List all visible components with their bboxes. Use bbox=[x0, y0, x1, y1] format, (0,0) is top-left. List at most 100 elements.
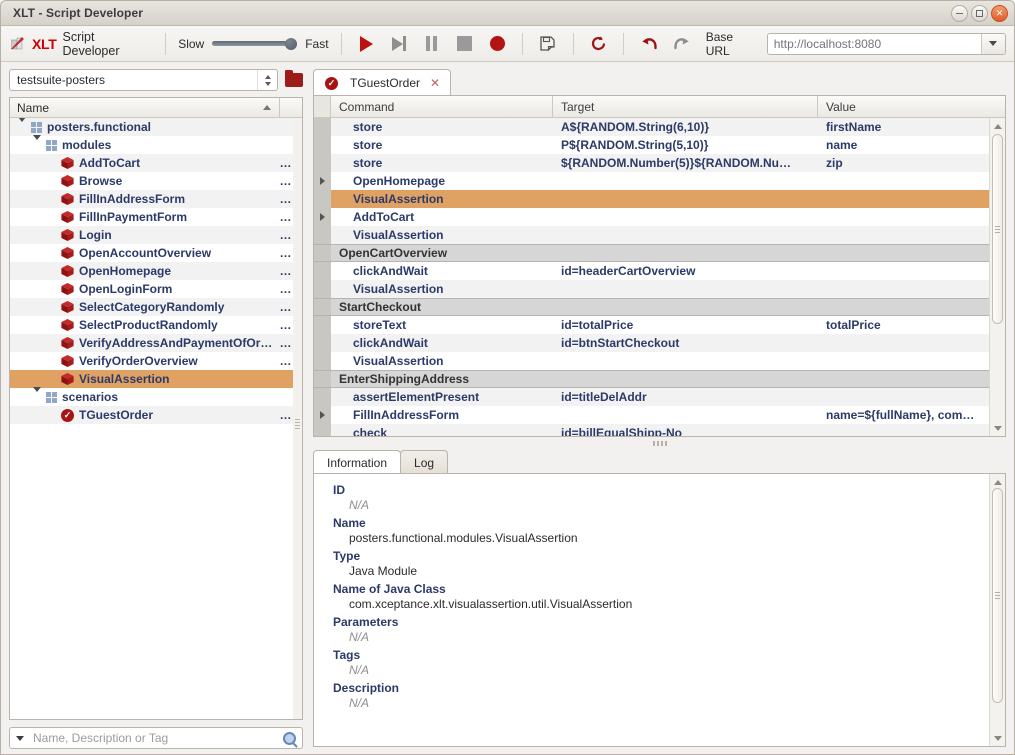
tab-tguestorder[interactable]: ✓ TGuestOrder ✕ bbox=[313, 69, 452, 96]
tree-column-header[interactable]: Name bbox=[10, 98, 302, 118]
tree-expander-icon[interactable] bbox=[33, 386, 44, 406]
row-actions-button[interactable]: … bbox=[280, 264, 293, 278]
tree-expander-icon[interactable] bbox=[18, 118, 29, 136]
row-actions-button[interactable]: … bbox=[280, 282, 293, 296]
maximize-button[interactable] bbox=[971, 4, 988, 22]
table-row[interactable]: store ${RANDOM.Number(5)}${RANDOM.Nu… zip bbox=[314, 154, 989, 172]
tab-close-icon[interactable]: ✕ bbox=[430, 76, 440, 90]
search-icon[interactable] bbox=[283, 731, 296, 745]
table-row[interactable]: clickAndWait id=btnStartCheckout bbox=[314, 334, 989, 352]
table-row[interactable]: OpenCartOverview bbox=[314, 244, 989, 262]
pause-button[interactable] bbox=[419, 31, 445, 57]
scroll-down-button[interactable] bbox=[992, 422, 1004, 434]
sidebar-item-verifyaddressandpaymentofor[interactable]: VerifyAddressAndPaymentOfOr…… bbox=[10, 334, 302, 352]
row-expander[interactable] bbox=[314, 208, 331, 226]
scroll-up-button[interactable] bbox=[992, 120, 1004, 132]
table-row[interactable]: OpenHomepage bbox=[314, 172, 989, 190]
table-row[interactable]: storeText id=totalPrice totalPrice bbox=[314, 316, 989, 334]
table-row[interactable]: VisualAssertion bbox=[314, 226, 989, 244]
table-row[interactable]: VisualAssertion bbox=[314, 280, 989, 298]
row-actions-button[interactable]: … bbox=[280, 210, 293, 224]
sidebar-item-modules[interactable]: modules bbox=[10, 134, 302, 154]
row-actions-button[interactable]: … bbox=[280, 228, 293, 242]
table-row[interactable]: EnterShippingAddress bbox=[314, 370, 989, 388]
table-row[interactable]: VisualAssertion bbox=[314, 190, 989, 208]
tab-log[interactable]: Log bbox=[400, 450, 449, 474]
sidebar-item-label: scenarios bbox=[62, 390, 119, 404]
row-actions-button[interactable]: … bbox=[280, 354, 293, 368]
sidebar-item-selectproductrandomly[interactable]: SelectProductRandomly… bbox=[10, 316, 302, 334]
reload-button[interactable] bbox=[586, 31, 612, 57]
table-row[interactable]: StartCheckout bbox=[314, 298, 989, 316]
row-expander[interactable] bbox=[314, 172, 331, 190]
save-button[interactable] bbox=[535, 31, 561, 57]
scrollbar-track[interactable] bbox=[990, 488, 1005, 732]
undo-button[interactable] bbox=[636, 31, 662, 57]
row-actions-button[interactable]: … bbox=[280, 156, 293, 170]
row-actions-button[interactable]: … bbox=[280, 174, 293, 188]
sidebar-item-posters-functional[interactable]: posters.functional bbox=[10, 118, 302, 136]
search-input[interactable] bbox=[31, 730, 276, 746]
row-expander[interactable] bbox=[314, 406, 331, 424]
row-actions-button[interactable]: … bbox=[280, 336, 293, 350]
sidebar-item-addtocart[interactable]: AddToCart… bbox=[10, 154, 302, 172]
sidebar-item-openloginform[interactable]: OpenLoginForm… bbox=[10, 280, 302, 298]
table-row[interactable]: FillInAddressForm name=${fullName}, com… bbox=[314, 406, 989, 424]
sidebar-scrollbar[interactable] bbox=[293, 118, 302, 719]
play-button[interactable] bbox=[354, 31, 380, 57]
table-row[interactable]: store P${RANDOM.String(5,10)} name bbox=[314, 136, 989, 154]
chevron-down-icon[interactable] bbox=[16, 735, 24, 741]
base-url-combo[interactable] bbox=[766, 32, 1006, 55]
testsuite-selector[interactable]: testsuite-posters bbox=[9, 69, 278, 91]
step-button[interactable] bbox=[386, 31, 412, 57]
sidebar-item-visualassertion[interactable]: VisualAssertion bbox=[10, 370, 302, 388]
table-row[interactable]: VisualAssertion bbox=[314, 352, 989, 370]
minimize-button[interactable] bbox=[951, 4, 968, 22]
table-row[interactable]: AddToCart bbox=[314, 208, 989, 226]
row-actions-button[interactable]: … bbox=[280, 246, 293, 260]
row-actions-button[interactable]: … bbox=[280, 318, 293, 332]
tab-information[interactable]: Information bbox=[313, 450, 402, 474]
main-content: testsuite-posters Name posters.functiona… bbox=[1, 62, 1014, 754]
row-actions-button[interactable]: … bbox=[280, 300, 293, 314]
sidebar-item-fillinpaymentform[interactable]: FillInPaymentForm… bbox=[10, 208, 302, 226]
sidebar-item-openhomepage[interactable]: OpenHomepage… bbox=[10, 262, 302, 280]
sidebar-item-selectcategoryrandomly[interactable]: SelectCategoryRandomly… bbox=[10, 298, 302, 316]
table-row[interactable]: store A${RANDOM.String(6,10)} firstName bbox=[314, 118, 989, 136]
sidebar-item-scenarios[interactable]: scenarios bbox=[10, 386, 302, 406]
scrollbar-thumb[interactable] bbox=[992, 134, 1003, 324]
redo-button[interactable] bbox=[669, 31, 695, 57]
open-folder-button[interactable] bbox=[285, 70, 303, 87]
scroll-down-button[interactable] bbox=[992, 732, 1004, 744]
scrollbar-thumb[interactable] bbox=[992, 488, 1003, 703]
stop-button[interactable] bbox=[452, 31, 478, 57]
sidebar-item-login[interactable]: Login… bbox=[10, 226, 302, 244]
sidebar-item-tguestorder[interactable]: ✓ TGuestOrder… bbox=[10, 406, 302, 424]
table-row[interactable]: check id=billEqualShipp-No bbox=[314, 424, 989, 436]
speed-slider[interactable] bbox=[212, 37, 298, 51]
info-panel-scrollbar[interactable] bbox=[989, 474, 1005, 746]
speed-slider-knob[interactable] bbox=[285, 37, 298, 50]
table-row[interactable]: clickAndWait id=headerCartOverview bbox=[314, 262, 989, 280]
base-url-input[interactable] bbox=[767, 33, 981, 54]
table-row[interactable]: assertElementPresent id=titleDelAddr bbox=[314, 388, 989, 406]
sidebar-item-fillinaddressform[interactable]: FillInAddressForm… bbox=[10, 190, 302, 208]
row-actions-button[interactable]: … bbox=[280, 192, 293, 206]
panel-splitter[interactable] bbox=[313, 437, 1006, 449]
search-bar[interactable] bbox=[9, 727, 303, 749]
tree-expander-icon[interactable] bbox=[33, 134, 44, 154]
command-table-scrollbar[interactable] bbox=[989, 118, 1005, 436]
scroll-up-button[interactable] bbox=[992, 476, 1004, 488]
scrollbar-track[interactable] bbox=[990, 132, 1005, 422]
column-header-command[interactable]: Command bbox=[331, 96, 553, 117]
sidebar-item-openaccountoverview[interactable]: OpenAccountOverview… bbox=[10, 244, 302, 262]
row-actions-button[interactable]: … bbox=[280, 408, 293, 422]
base-url-dropdown-button[interactable] bbox=[980, 33, 1005, 54]
sidebar-item-verifyorderoverview[interactable]: VerifyOrderOverview… bbox=[10, 352, 302, 370]
close-button[interactable]: ✕ bbox=[991, 4, 1008, 22]
column-header-value[interactable]: Value bbox=[818, 96, 1005, 117]
record-button[interactable] bbox=[484, 31, 510, 57]
column-header-target[interactable]: Target bbox=[553, 96, 818, 117]
testsuite-spinner-arrows[interactable] bbox=[257, 70, 277, 90]
sidebar-item-browse[interactable]: Browse… bbox=[10, 172, 302, 190]
